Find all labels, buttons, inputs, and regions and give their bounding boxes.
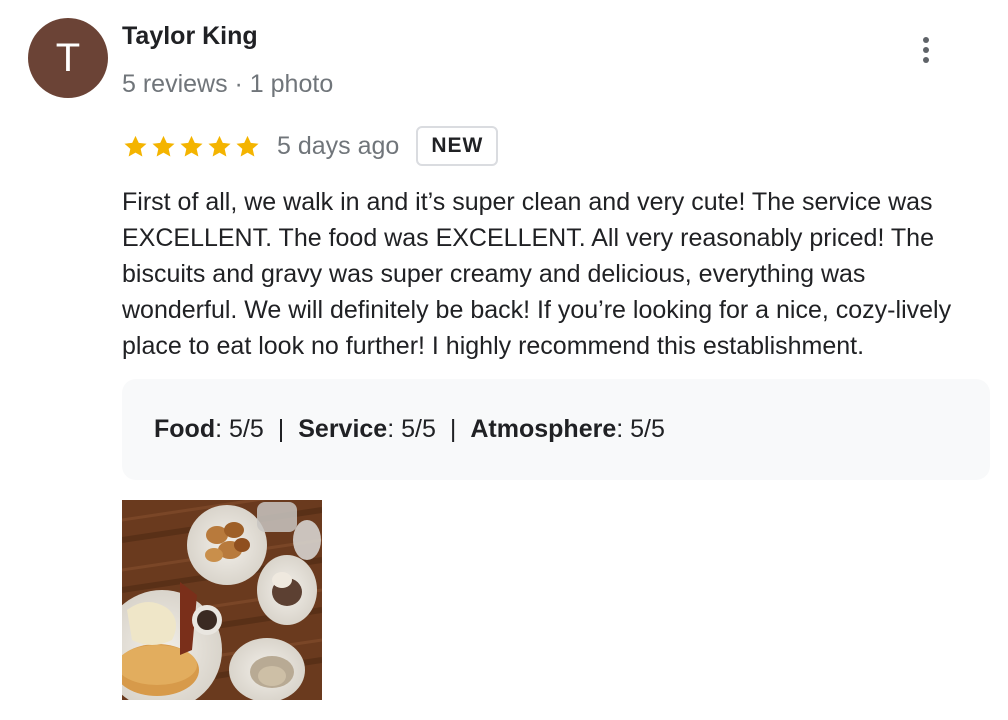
atmosphere-label: Atmosphere bbox=[470, 415, 617, 443]
star-icon bbox=[180, 135, 203, 157]
star-icon bbox=[236, 135, 259, 157]
atmosphere-value: : 5/5 bbox=[616, 415, 665, 443]
more-options-button[interactable] bbox=[906, 28, 946, 72]
rating-row: 5 days ago NEW bbox=[122, 124, 499, 168]
sub-ratings-box: Food: 5/5 | Service: 5/5 | Atmosphere: 5… bbox=[122, 379, 990, 480]
star-icon bbox=[152, 135, 175, 157]
food-photo bbox=[122, 500, 322, 700]
separator: | bbox=[277, 415, 285, 443]
review-date: 5 days ago bbox=[277, 131, 400, 160]
service-label: Service bbox=[298, 415, 388, 443]
reviewer-name[interactable]: Taylor King bbox=[122, 22, 258, 51]
new-badge: NEW bbox=[416, 126, 499, 166]
star-icon bbox=[124, 135, 147, 157]
avatar-initial: T bbox=[55, 35, 81, 80]
service-value: : 5/5 bbox=[387, 415, 436, 443]
review-photo[interactable] bbox=[122, 500, 322, 700]
more-vert-icon bbox=[923, 37, 929, 43]
separator: | bbox=[449, 415, 457, 443]
star-icon bbox=[208, 135, 231, 157]
food-value: : 5/5 bbox=[215, 415, 264, 443]
review-text: First of all, we walk in and it’s super … bbox=[122, 188, 952, 360]
reviewer-avatar[interactable]: T bbox=[28, 18, 108, 98]
food-label: Food bbox=[154, 415, 216, 443]
reviewer-meta: 5 reviews · 1 photo bbox=[122, 70, 334, 98]
star-rating bbox=[122, 133, 261, 160]
